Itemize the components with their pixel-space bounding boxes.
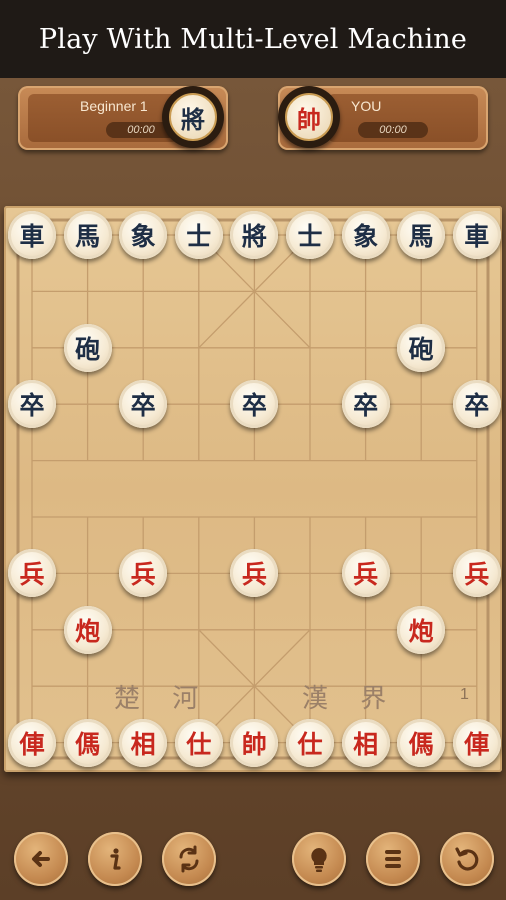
red-piece[interactable]: 俥 (8, 718, 56, 767)
player-name: YOU (351, 98, 382, 114)
back-arrow-icon (32, 851, 50, 867)
swap-sides-icon (179, 845, 199, 873)
black-piece[interactable]: 馬 (63, 211, 112, 259)
red-piece[interactable]: 炮 (63, 605, 112, 654)
black-piece[interactable]: 象 (341, 211, 390, 259)
black-piece[interactable]: 卒 (452, 380, 501, 429)
undo-button[interactable] (440, 832, 494, 886)
player-timer: 00:00 (358, 122, 428, 138)
red-piece[interactable]: 相 (119, 718, 168, 767)
red-piece[interactable]: 仕 (286, 718, 334, 767)
black-piece[interactable]: 車 (8, 211, 56, 259)
swap-sides-button[interactable] (162, 832, 216, 886)
red-piece[interactable]: 俥 (452, 718, 501, 767)
red-piece[interactable]: 兵 (341, 549, 390, 598)
black-piece[interactable]: 砲 (397, 323, 446, 372)
board-grid (16, 218, 490, 760)
red-piece[interactable]: 仕 (174, 718, 223, 767)
board-outer-frame (16, 218, 490, 760)
red-piece[interactable]: 相 (341, 718, 390, 767)
info-button[interactable] (88, 832, 142, 886)
black-piece[interactable]: 士 (286, 211, 334, 259)
black-piece[interactable]: 馬 (397, 211, 446, 259)
black-piece[interactable]: 象 (119, 211, 168, 259)
black-piece[interactable]: 卒 (341, 380, 390, 429)
title-banner: Play With Multi-Level Machine (0, 0, 506, 78)
move-count: 1 (460, 686, 469, 703)
opponent-avatar: 將 (162, 86, 224, 148)
red-piece[interactable]: 傌 (63, 718, 112, 767)
red-piece[interactable]: 兵 (452, 549, 501, 598)
lightbulb-hint-icon (311, 848, 327, 872)
back-button[interactable] (14, 832, 68, 886)
opponent-avatar-char: 將 (169, 93, 217, 141)
page-title: Play With Multi-Level Machine (38, 23, 468, 55)
xiangqi-board[interactable]: 楚 河 漢 界 1 (4, 206, 502, 772)
undo-icon (455, 847, 479, 871)
river-label-left: 楚 河 (114, 684, 211, 714)
red-piece[interactable]: 傌 (397, 718, 446, 767)
black-piece[interactable]: 卒 (8, 380, 56, 429)
opponent-name: Beginner 1 (80, 98, 148, 114)
red-piece[interactable]: 帥 (230, 718, 279, 767)
hint-button[interactable] (292, 832, 346, 886)
info-icon (110, 848, 121, 870)
menu-list-icon (385, 850, 401, 868)
black-piece[interactable]: 車 (452, 211, 501, 259)
black-piece[interactable]: 砲 (63, 323, 112, 372)
red-piece[interactable]: 炮 (397, 605, 446, 654)
black-piece[interactable]: 士 (174, 211, 223, 259)
player-avatar-char: 帥 (285, 93, 333, 141)
menu-button[interactable] (366, 832, 420, 886)
river-label-right: 漢 界 (302, 684, 399, 714)
player-avatar: 帥 (278, 86, 340, 148)
